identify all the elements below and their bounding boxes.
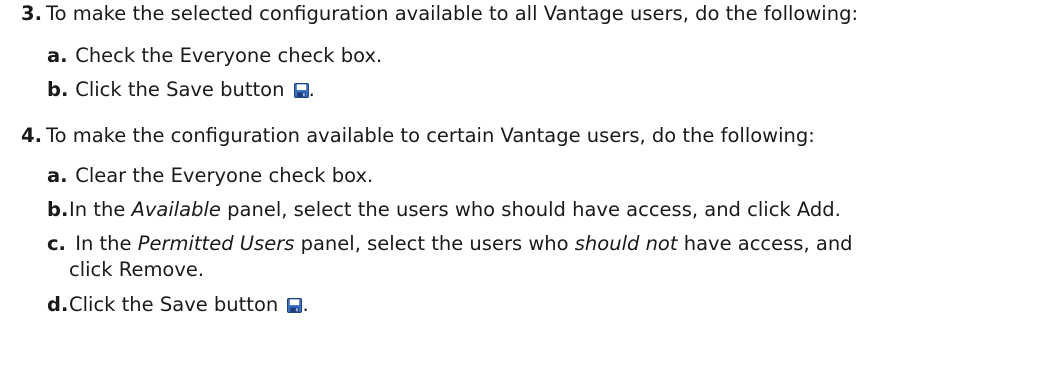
- substep-text-end: .: [308, 78, 315, 101]
- substep-3b: b. Click the Save button .: [47, 78, 315, 102]
- substep-text: Click the Save button: [69, 293, 279, 316]
- substep-text-continuation: click Remove.: [69, 258, 205, 281]
- substep-text-mid: panel, select the users who: [300, 232, 569, 255]
- substep-letter: c.: [47, 232, 66, 255]
- step-text: To make the selected configuration avail…: [46, 2, 859, 25]
- substep-4c: c. In the Permitted Users panel, select …: [47, 232, 853, 256]
- step-4: 4. To make the configuration available to…: [21, 124, 815, 148]
- emphasis-should-not: should not: [574, 232, 678, 255]
- step-text: To make the configuration available to c…: [46, 124, 815, 147]
- save-icon: [293, 83, 309, 98]
- substep-text: Click the Save button: [75, 78, 285, 101]
- substep-text: Check the Everyone check box.: [75, 44, 383, 67]
- panel-name-permitted-users: Permitted Users: [137, 232, 295, 255]
- substep-text: In the: [75, 232, 132, 255]
- substep-4c-continuation: click Remove.: [69, 258, 204, 282]
- substep-text: Clear the Everyone check box.: [75, 164, 374, 187]
- substep-letter: a.: [47, 164, 68, 187]
- substep-4d: d.Click the Save button .: [47, 293, 309, 317]
- substep-text-end: have access, and: [683, 232, 853, 255]
- substep-letter: b.: [47, 198, 69, 221]
- substep-text: In the: [69, 198, 126, 221]
- substep-text-end: panel, select the users who should have …: [227, 198, 841, 221]
- step-3: 3. To make the selected configuration ava…: [21, 2, 858, 26]
- substep-letter: b.: [47, 78, 69, 101]
- step-number: 3.: [21, 2, 42, 25]
- document-page: 3. To make the selected configuration ava…: [0, 0, 1061, 366]
- substep-letter: d.: [47, 293, 69, 316]
- substep-text-end: .: [302, 293, 309, 316]
- save-icon: [287, 298, 303, 313]
- substep-letter: a.: [47, 44, 68, 67]
- substep-4b: b.In the Available panel, select the use…: [47, 198, 841, 222]
- panel-name-available: Available: [131, 198, 221, 221]
- step-number: 4.: [21, 124, 42, 147]
- substep-3a: a. Check the Everyone check box.: [47, 44, 382, 68]
- substep-4a: a. Clear the Everyone check box.: [47, 164, 373, 188]
